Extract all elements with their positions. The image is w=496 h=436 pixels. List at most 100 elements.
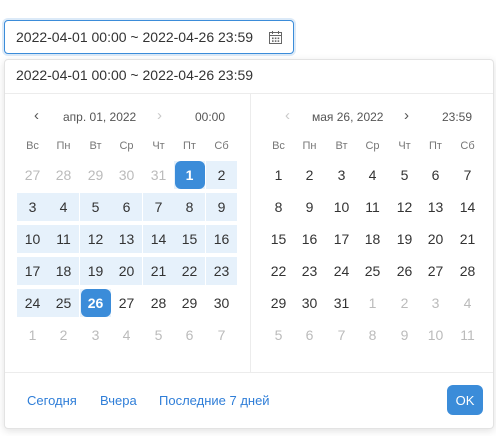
day-cell[interactable]: 9 — [294, 193, 325, 221]
day-cell[interactable]: 8 — [357, 321, 388, 349]
day-cell[interactable]: 3 — [420, 289, 451, 317]
calendar-left: ‹ апр. 01, 2022 › 00:00 Вс Пн Вт Ср Чт Пт Сб 27… — [5, 94, 249, 372]
day-cell[interactable]: 5 — [389, 161, 420, 189]
day-cell[interactable]: 14 — [452, 193, 483, 221]
day-cell[interactable]: 23 — [294, 257, 325, 285]
day-cell[interactable]: 13 — [111, 225, 142, 253]
day-cell[interactable]: 6 — [111, 193, 142, 221]
day-cell[interactable]: 24 — [17, 289, 48, 317]
day-cell[interactable]: 1 — [357, 289, 388, 317]
day-cell[interactable]: 11 — [48, 225, 79, 253]
day-cell[interactable]: 29 — [174, 289, 205, 317]
day-cell[interactable]: 5 — [80, 193, 111, 221]
day-cell[interactable]: 25 — [357, 257, 388, 285]
month-label-left[interactable]: апр. 01, 2022 — [63, 110, 136, 124]
day-cell[interactable]: 16 — [206, 225, 237, 253]
day-cell[interactable]: 31 — [143, 161, 174, 189]
day-cell[interactable]: 2 — [389, 289, 420, 317]
day-cell[interactable]: 29 — [80, 161, 111, 189]
day-cell[interactable]: 4 — [357, 161, 388, 189]
day-cell[interactable]: 15 — [174, 225, 205, 253]
day-cell[interactable]: 8 — [174, 193, 205, 221]
day-cell[interactable]: 27 — [111, 289, 142, 317]
day-cell[interactable]: 31 — [326, 289, 357, 317]
day-cell[interactable]: 3 — [326, 161, 357, 189]
day-cell[interactable]: 1 — [263, 161, 294, 189]
day-cell[interactable]: 28 — [452, 257, 483, 285]
prev-month-button[interactable]: ‹ — [34, 108, 39, 124]
day-cell[interactable]: 26 — [389, 257, 420, 285]
day-cell[interactable]: 29 — [263, 289, 294, 317]
shortcut-today[interactable]: Сегодня — [27, 393, 77, 408]
day-cell[interactable]: 4 — [48, 193, 79, 221]
day-cell[interactable]: 5 — [143, 321, 174, 349]
day-cell[interactable]: 30 — [111, 161, 142, 189]
month-label-right[interactable]: мая 26, 2022 — [312, 110, 383, 124]
day-cell[interactable]: 10 — [326, 193, 357, 221]
day-cell[interactable]: 19 — [80, 257, 111, 285]
day-cell[interactable]: 30 — [294, 289, 325, 317]
day-cell[interactable]: 1 — [17, 321, 48, 349]
day-cell[interactable]: 22 — [174, 257, 205, 285]
day-cell[interactable]: 15 — [263, 225, 294, 253]
day-cell[interactable]: 19 — [389, 225, 420, 253]
day-cell[interactable]: 16 — [294, 225, 325, 253]
day-cell[interactable]: 9 — [206, 193, 237, 221]
selected-day-cell[interactable]: 26 — [80, 289, 111, 317]
day-cell[interactable]: 23 — [206, 257, 237, 285]
day-cell[interactable]: 30 — [206, 289, 237, 317]
shortcut-yesterday[interactable]: Вчера — [100, 393, 137, 408]
shortcut-last-7-days[interactable]: Последние 7 дней — [159, 393, 270, 408]
day-cell[interactable]: 18 — [48, 257, 79, 285]
weekday-label: Пт — [183, 140, 196, 152]
day-cell[interactable]: 10 — [17, 225, 48, 253]
day-cell[interactable]: 28 — [143, 289, 174, 317]
day-cell[interactable]: 20 — [111, 257, 142, 285]
day-cell[interactable]: 27 — [420, 257, 451, 285]
day-cell[interactable]: 8 — [263, 193, 294, 221]
day-cell[interactable]: 2 — [48, 321, 79, 349]
day-cell[interactable]: 27 — [17, 161, 48, 189]
day-cell[interactable]: 6 — [174, 321, 205, 349]
day-cell[interactable]: 21 — [143, 257, 174, 285]
selected-range-display: 2022-04-01 00:00 ~ 2022-04-26 23:59 — [5, 60, 493, 94]
day-cell[interactable]: 11 — [357, 193, 388, 221]
day-cell[interactable]: 22 — [263, 257, 294, 285]
calendar-icon[interactable] — [269, 30, 283, 44]
day-cell[interactable]: 14 — [143, 225, 174, 253]
day-cell[interactable]: 10 — [420, 321, 451, 349]
day-cell[interactable]: 21 — [452, 225, 483, 253]
day-cell[interactable]: 18 — [357, 225, 388, 253]
day-cell[interactable]: 11 — [452, 321, 483, 349]
day-cell[interactable]: 3 — [80, 321, 111, 349]
day-cell[interactable]: 12 — [389, 193, 420, 221]
day-cell[interactable]: 28 — [48, 161, 79, 189]
selected-day-cell[interactable]: 1 — [174, 161, 205, 189]
date-range-value: 2022-04-01 00:00 ~ 2022-04-26 23:59 — [16, 29, 254, 45]
day-cell[interactable]: 5 — [263, 321, 294, 349]
start-time[interactable]: 00:00 — [195, 110, 225, 124]
day-cell[interactable]: 9 — [389, 321, 420, 349]
day-cell[interactable]: 7 — [326, 321, 357, 349]
day-cell[interactable]: 4 — [111, 321, 142, 349]
day-cell[interactable]: 6 — [294, 321, 325, 349]
ok-button[interactable]: OK — [447, 385, 483, 415]
day-cell[interactable]: 20 — [420, 225, 451, 253]
date-range-input[interactable]: 2022-04-01 00:00 ~ 2022-04-26 23:59 — [4, 20, 294, 54]
end-time[interactable]: 23:59 — [442, 110, 472, 124]
next-month-button[interactable]: › — [404, 108, 409, 124]
day-cell[interactable]: 7 — [452, 161, 483, 189]
day-cell[interactable]: 7 — [143, 193, 174, 221]
day-cell[interactable]: 24 — [326, 257, 357, 285]
day-cell[interactable]: 7 — [206, 321, 237, 349]
day-cell[interactable]: 13 — [420, 193, 451, 221]
day-cell[interactable]: 17 — [17, 257, 48, 285]
day-cell[interactable]: 4 — [452, 289, 483, 317]
day-cell[interactable]: 6 — [420, 161, 451, 189]
day-cell[interactable]: 25 — [48, 289, 79, 317]
day-cell[interactable]: 12 — [80, 225, 111, 253]
day-cell[interactable]: 3 — [17, 193, 48, 221]
day-cell[interactable]: 2 — [294, 161, 325, 189]
day-cell[interactable]: 17 — [326, 225, 357, 253]
day-cell[interactable]: 2 — [206, 161, 237, 189]
